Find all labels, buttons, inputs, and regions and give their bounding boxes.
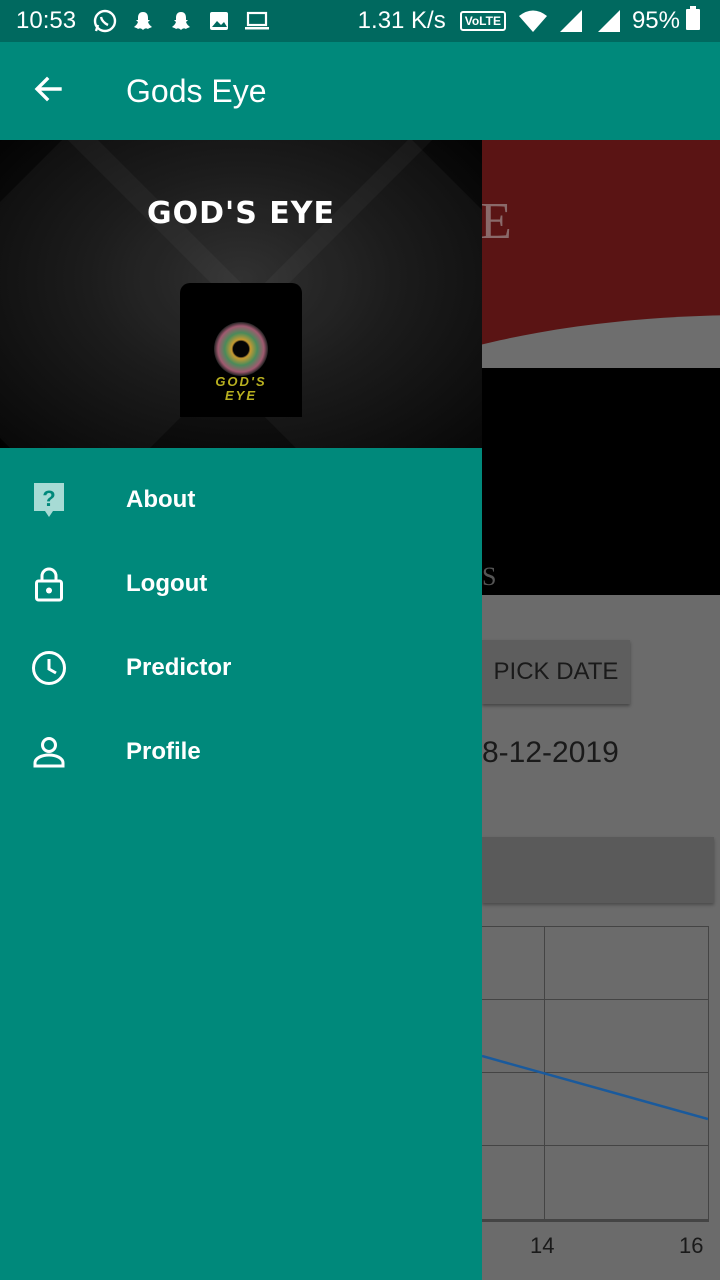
snapchat-icon	[128, 6, 158, 36]
banner-partial-sub: S	[482, 562, 497, 591]
navigation-drawer: GOD'S EYE GOD'S EYE ? About Logout Predi…	[0, 140, 482, 1280]
drawer-header: GOD'S EYE GOD'S EYE	[0, 140, 482, 448]
menu-item-about[interactable]: ? About	[0, 458, 482, 542]
menu-label: Predictor	[126, 654, 232, 681]
signal-icon	[594, 6, 624, 36]
network-speed: 1.31 K/s	[357, 7, 446, 34]
chart-series-line	[482, 1054, 708, 1121]
logo-text: GOD'S	[215, 374, 267, 389]
back-button[interactable]	[18, 61, 78, 121]
snapchat-icon	[166, 6, 196, 36]
menu-label: Logout	[126, 570, 208, 597]
laptop-icon	[242, 6, 272, 36]
person-icon	[31, 734, 67, 770]
menu-item-predictor[interactable]: Predictor	[0, 626, 482, 710]
line-chart	[482, 926, 709, 1222]
chart-tick-label: 14	[530, 1233, 555, 1258]
brand-title: GOD'S EYE	[147, 196, 335, 231]
predict-bar[interactable]	[482, 837, 714, 903]
banner-partial-letter: E	[480, 193, 512, 250]
wifi-icon	[518, 6, 548, 36]
eye-iris-icon	[214, 322, 268, 376]
battery-icon	[686, 5, 700, 37]
app-title: Gods Eye	[126, 72, 267, 109]
clock-icon	[31, 650, 67, 686]
menu-label: About	[126, 486, 196, 513]
drawer-menu: ? About Logout Predictor Profile	[0, 458, 482, 794]
gallery-icon	[204, 6, 234, 36]
app-bar: Gods Eye	[0, 42, 720, 140]
volte-badge: VoLTE	[459, 11, 506, 31]
menu-label: Profile	[126, 738, 201, 765]
arrow-back-icon	[32, 73, 64, 110]
status-bar: 10:53 1.31 K/s VoLTE 95%	[0, 0, 720, 42]
status-time: 10:53	[16, 7, 77, 34]
signal-icon	[556, 6, 586, 36]
app-logo: GOD'S EYE	[180, 283, 302, 417]
selected-date: 8-12-2019	[482, 736, 619, 769]
lock-icon	[31, 566, 67, 602]
battery-percent: 95%	[631, 7, 680, 34]
menu-item-logout[interactable]: Logout	[0, 542, 482, 626]
menu-item-profile[interactable]: Profile	[0, 710, 482, 794]
logo-text: EYE	[224, 388, 257, 403]
whatsapp-icon	[90, 6, 120, 36]
pick-date-button[interactable]: PICK DATE	[482, 640, 630, 704]
svg-text:?: ?	[42, 486, 55, 511]
chart-tick-label: 16	[679, 1233, 704, 1258]
help-icon: ?	[31, 482, 67, 518]
